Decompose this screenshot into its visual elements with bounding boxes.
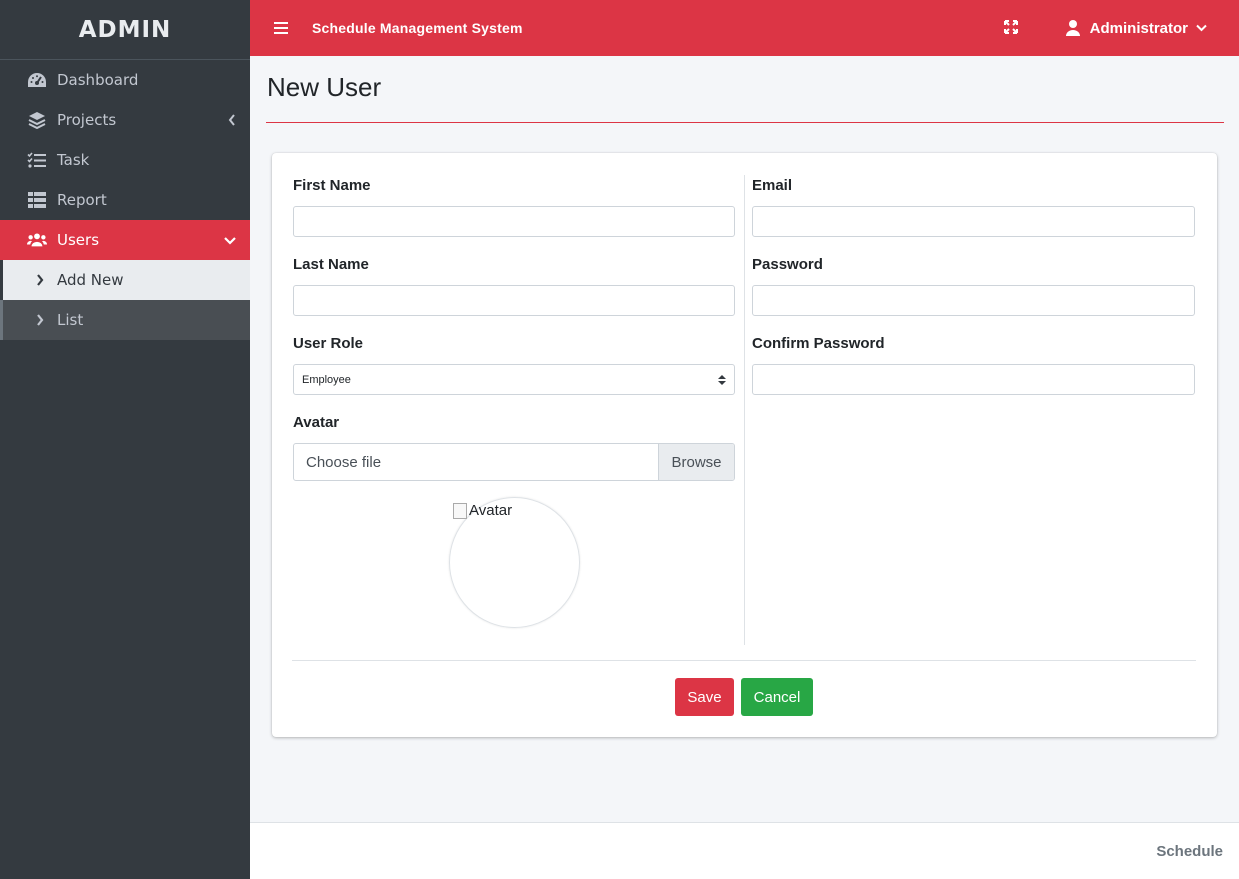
sidebar-item-projects[interactable]: Projects [0, 100, 250, 140]
chevron-down-icon [224, 232, 236, 250]
email-field[interactable] [752, 206, 1195, 237]
user-role-selected-value: Employee [302, 373, 351, 386]
broken-image-icon [453, 502, 467, 519]
sidebar-item-label: Report [57, 191, 107, 209]
app-title: Schedule Management System [312, 20, 523, 36]
last-name-field[interactable] [293, 285, 735, 316]
sidebar-item-label: Dashboard [57, 71, 139, 89]
sidebar-subitem-label: Add New [57, 271, 124, 289]
password-field[interactable] [752, 285, 1195, 316]
password-label: Password [752, 256, 823, 273]
sidebar-subitem-add-new[interactable]: Add New [3, 260, 250, 300]
user-menu-dropdown[interactable]: Administrator [1065, 19, 1207, 37]
chevron-right-icon [33, 314, 47, 326]
last-name-label: Last Name [293, 256, 369, 273]
sidebar-subitem-list[interactable]: List [0, 300, 250, 340]
top-navbar: Schedule Management System Administrator [250, 0, 1239, 56]
topbar-actions: Administrator [996, 19, 1239, 38]
chevron-down-icon [1196, 24, 1207, 32]
confirm-password-label: Confirm Password [752, 335, 885, 352]
sidebar-item-users[interactable]: Users [0, 220, 250, 260]
avatar-label: Avatar [293, 414, 340, 431]
sidebar-item-label: Task [57, 151, 90, 169]
tasks-icon [27, 150, 47, 170]
layers-icon [27, 110, 47, 130]
sidebar-item-label: Users [57, 231, 100, 249]
first-name-label: First Name [293, 177, 371, 194]
list-icon [27, 190, 47, 210]
dashboard-icon [27, 70, 47, 90]
avatar-file-input[interactable]: Choose file Browse [293, 443, 735, 481]
title-divider [266, 122, 1224, 123]
expand-arrows-icon [1003, 19, 1018, 38]
sidebar-item-report[interactable]: Report [0, 180, 250, 220]
file-input-placeholder: Choose file [306, 453, 382, 471]
sidebar-item-dashboard[interactable]: Dashboard [0, 60, 250, 100]
footer-text: Schedule [1156, 843, 1223, 860]
chevron-right-icon [33, 274, 47, 286]
fullscreen-button[interactable] [996, 19, 1026, 38]
page-title: New User [267, 72, 382, 102]
browse-button[interactable]: Browse [658, 444, 734, 480]
sidebar-nav: Dashboard Projects Task Report Users Add… [0, 60, 250, 340]
avatar-image-broken: Avatar [453, 502, 512, 519]
user-role-label: User Role [293, 335, 364, 352]
first-name-field[interactable] [293, 206, 735, 237]
select-arrows-icon [718, 374, 726, 386]
sidebar-item-task[interactable]: Task [0, 140, 250, 180]
chevron-left-icon [228, 112, 236, 130]
cancel-button[interactable]: Cancel [741, 678, 813, 716]
confirm-password-field[interactable] [752, 364, 1195, 395]
sidebar-subitem-label: List [57, 311, 84, 329]
user-icon [1065, 20, 1080, 36]
user-name: Administrator [1089, 19, 1188, 37]
column-divider [744, 175, 745, 645]
menu-toggle-button[interactable] [250, 19, 312, 38]
avatar-alt-text: Avatar [469, 502, 513, 519]
hamburger-icon [274, 19, 288, 38]
save-button[interactable]: Save [675, 678, 734, 716]
new-user-form-card: First Name Last Name User Role Employee … [272, 153, 1217, 737]
page-footer: Schedule [250, 822, 1239, 879]
form-footer-divider [292, 660, 1196, 661]
users-icon [27, 230, 47, 250]
sidebar-item-label: Projects [57, 111, 117, 129]
sidebar: ADMIN Dashboard Projects Task Report Use… [0, 0, 250, 879]
brand-logo[interactable]: ADMIN [0, 0, 250, 60]
email-label: Email [752, 177, 793, 194]
user-role-select[interactable]: Employee [293, 364, 735, 395]
